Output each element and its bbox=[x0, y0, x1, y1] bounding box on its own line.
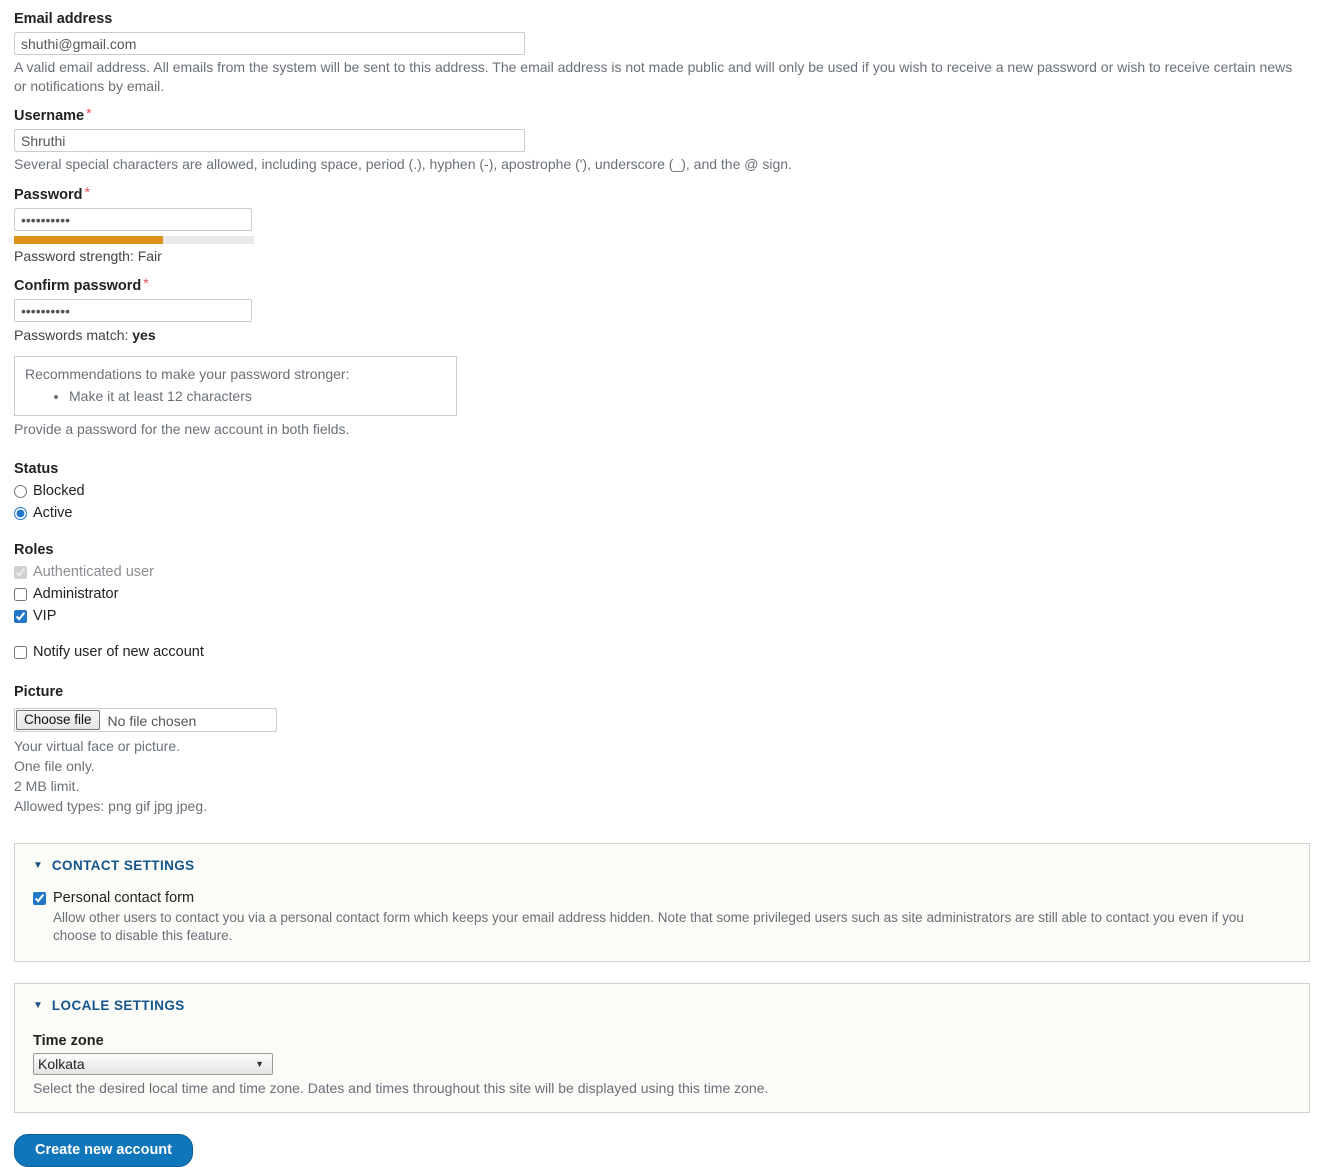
timezone-select[interactable]: Kolkata bbox=[33, 1053, 273, 1075]
picture-description-4: Allowed types: png gif jpg jpeg. bbox=[14, 798, 208, 814]
required-marker: * bbox=[143, 275, 149, 291]
contact-settings-panel: ▼ Contact settings Personal contact form… bbox=[14, 843, 1310, 962]
checkbox-personal-contact-form[interactable] bbox=[33, 892, 46, 905]
locale-settings-panel: ▼ Locale settings Time zone Kolkata ▼ Se… bbox=[14, 983, 1310, 1113]
password-recommendations-box: Recommendations to make your password st… bbox=[14, 356, 457, 416]
recommendations-list: Make it at least 12 characters bbox=[25, 387, 446, 406]
confirm-password-input[interactable] bbox=[14, 299, 252, 322]
username-input[interactable] bbox=[14, 129, 525, 152]
contact-settings-title: Contact settings bbox=[51, 858, 195, 873]
role-option-administrator[interactable]: Administrator bbox=[14, 585, 1326, 603]
locale-settings-title: Locale settings bbox=[51, 998, 185, 1013]
personal-contact-form-label[interactable]: Personal contact form bbox=[53, 889, 194, 907]
personal-contact-form-description: Allow other users to contact you via a p… bbox=[53, 910, 1244, 943]
personal-contact-form-option[interactable]: Personal contact form bbox=[33, 889, 1291, 907]
username-label-text: Username bbox=[14, 108, 85, 124]
checkbox-vip[interactable] bbox=[14, 609, 27, 623]
password-label-text: Password bbox=[14, 187, 83, 203]
roles-field-group: Roles Authenticated user Administrator V… bbox=[14, 541, 1326, 625]
notify-user-label[interactable]: Notify user of new account bbox=[33, 643, 204, 661]
contact-settings-summary[interactable]: ▼ Contact settings bbox=[33, 858, 1291, 873]
picture-field-group: Picture Choose file No file chosen Your … bbox=[14, 683, 1326, 816]
checkbox-authenticated-user bbox=[14, 565, 27, 579]
picture-label: Picture bbox=[14, 684, 64, 700]
file-upload-control[interactable]: Choose file No file chosen bbox=[14, 708, 277, 732]
triangle-down-icon[interactable]: ▼ bbox=[33, 860, 43, 871]
timezone-label: Time zone bbox=[33, 1033, 104, 1049]
role-administrator-label[interactable]: Administrator bbox=[33, 585, 118, 603]
username-description: Several special characters are allowed, … bbox=[14, 156, 792, 172]
status-option-active-label[interactable]: Active bbox=[33, 504, 73, 522]
roles-label: Roles bbox=[14, 542, 54, 558]
password-input[interactable] bbox=[14, 208, 252, 231]
form-actions: Create new account bbox=[14, 1134, 1326, 1167]
status-option-blocked-label[interactable]: Blocked bbox=[33, 482, 85, 500]
username-field-group: Username* Several special characters are… bbox=[14, 105, 1326, 174]
passwords-match-value: yes bbox=[132, 327, 156, 343]
radio-blocked[interactable] bbox=[14, 484, 27, 498]
password-help-text: Provide a password for the new account i… bbox=[14, 421, 350, 437]
triangle-down-icon[interactable]: ▼ bbox=[33, 1000, 43, 1011]
role-authenticated-user-label: Authenticated user bbox=[33, 564, 154, 580]
required-marker: * bbox=[84, 184, 90, 200]
confirm-password-field-group: Confirm password* Passwords match: yes bbox=[14, 275, 1326, 344]
role-vip-label[interactable]: VIP bbox=[33, 607, 56, 625]
create-new-account-button[interactable]: Create new account bbox=[14, 1134, 193, 1167]
status-field-group: Status Blocked Active bbox=[14, 460, 1326, 522]
recommendations-title: Recommendations to make your password st… bbox=[25, 366, 350, 382]
user-registration-form: Email address A valid email address. All… bbox=[0, 0, 1340, 1167]
picture-description-3: 2 MB limit. bbox=[14, 778, 80, 794]
locale-settings-summary[interactable]: ▼ Locale settings bbox=[33, 998, 1291, 1013]
username-label: Username * bbox=[14, 105, 1326, 125]
confirm-password-label-text: Confirm password bbox=[14, 278, 142, 294]
confirm-password-label: Confirm password * bbox=[14, 275, 1326, 295]
picture-description-1: Your virtual face or picture. bbox=[14, 738, 181, 754]
email-description: A valid email address. All emails from t… bbox=[14, 59, 1293, 94]
email-label: Email address bbox=[14, 11, 113, 27]
password-label: Password * bbox=[14, 184, 1326, 204]
passwords-match-status: Passwords match: yes bbox=[14, 326, 1326, 344]
password-strength-bar bbox=[14, 236, 254, 244]
email-input[interactable] bbox=[14, 32, 525, 55]
file-status-text: No file chosen bbox=[107, 712, 197, 729]
status-label: Status bbox=[14, 461, 59, 477]
notify-user-option[interactable]: Notify user of new account bbox=[14, 643, 1326, 661]
role-option-authenticated-user: Authenticated user bbox=[14, 563, 1326, 581]
password-strength-meter: Password strength: Fair bbox=[14, 236, 1326, 265]
status-option-blocked[interactable]: Blocked bbox=[14, 482, 1326, 500]
status-option-active[interactable]: Active bbox=[14, 504, 1326, 522]
passwords-match-prefix: Passwords match: bbox=[14, 327, 133, 343]
password-field-group: Password* Password strength: Fair bbox=[14, 184, 1326, 265]
radio-active[interactable] bbox=[14, 506, 27, 520]
role-option-vip[interactable]: VIP bbox=[14, 607, 1326, 625]
list-item: Make it at least 12 characters bbox=[69, 387, 446, 406]
timezone-select-wrapper[interactable]: Kolkata ▼ bbox=[33, 1053, 273, 1075]
picture-description-2: One file only. bbox=[14, 758, 95, 774]
choose-file-button[interactable]: Choose file bbox=[16, 710, 100, 730]
password-strength-fill bbox=[14, 236, 163, 244]
timezone-description: Select the desired local time and time z… bbox=[33, 1080, 769, 1096]
checkbox-administrator[interactable] bbox=[14, 587, 27, 601]
email-field-group: Email address A valid email address. All… bbox=[14, 10, 1326, 96]
password-strength-label: Password strength: Fair bbox=[14, 248, 162, 264]
checkbox-notify-user[interactable] bbox=[14, 645, 27, 659]
required-marker: * bbox=[86, 105, 92, 121]
